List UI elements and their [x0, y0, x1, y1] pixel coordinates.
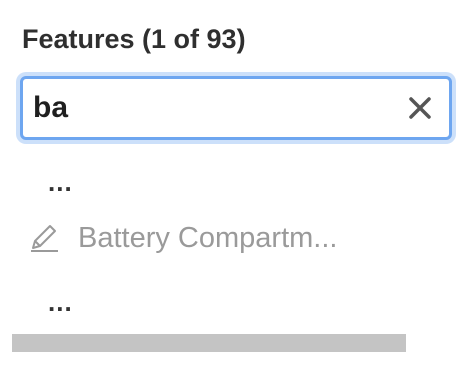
collapsed-items-indicator-top: ... [48, 167, 73, 197]
feature-list-item[interactable]: Battery Compartm... [28, 216, 408, 260]
feature-search-input[interactable] [33, 79, 393, 137]
feature-search-box[interactable] [20, 76, 452, 140]
feature-list-item-label: Battery Compartm... [78, 221, 338, 254]
close-icon[interactable] [405, 93, 435, 123]
horizontal-scrollbar[interactable] [12, 334, 406, 352]
features-panel-title: Features (1 of 93) [22, 24, 246, 54]
collapsed-items-indicator-bottom: ... [48, 287, 73, 317]
pencil-icon [31, 225, 58, 252]
